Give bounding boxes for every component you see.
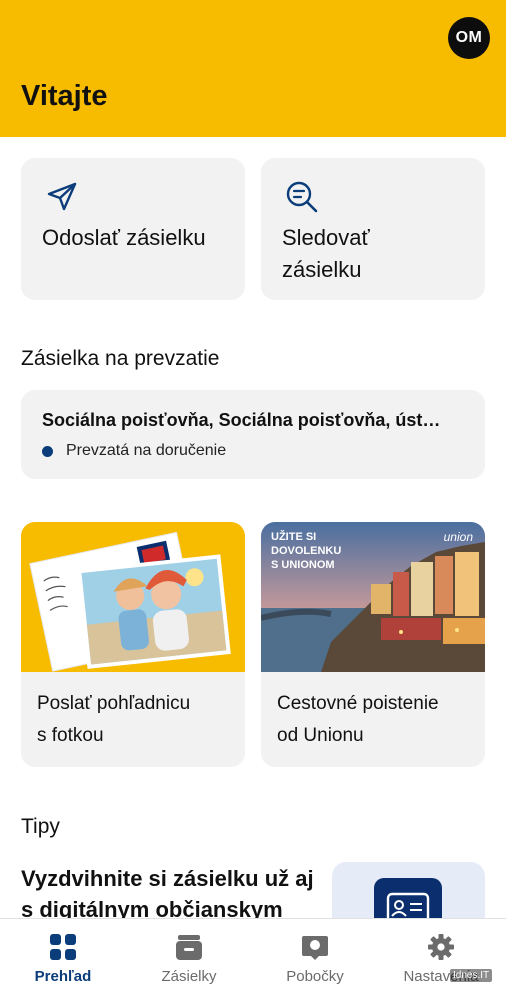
box-icon bbox=[176, 935, 202, 960]
banner-line2: DOVOLENKU bbox=[271, 545, 342, 557]
parcel-status-text: Prevzatá na doručenie bbox=[66, 442, 227, 459]
nav-label-branches: Pobočky bbox=[286, 968, 344, 985]
map-pin-icon bbox=[302, 936, 328, 960]
status-dot-icon bbox=[42, 445, 53, 457]
postcard-promo-image bbox=[21, 522, 245, 672]
tip-text[interactable]: Vyzdvihnite si zásielku už aj s digitáln… bbox=[21, 863, 317, 925]
gear-icon bbox=[428, 934, 454, 960]
track-parcel-card[interactable]: Sledovať zásielku bbox=[261, 158, 485, 300]
postcard-title-line1: Poslať pohľadnicu bbox=[37, 693, 191, 714]
insurance-title-line1: Cestovné poistenie bbox=[277, 693, 439, 714]
nav-item-branches[interactable]: Pobočky bbox=[252, 919, 378, 994]
parcel-status: Prevzatá na doručenie bbox=[42, 442, 226, 460]
nav-label-overview: Prehľad bbox=[34, 968, 92, 985]
union-banner-text: UŽITE SI DOVOLENKU S UNIONOM bbox=[271, 530, 341, 572]
send-icon bbox=[47, 182, 77, 211]
search-list-icon bbox=[286, 181, 318, 213]
travel-insurance-promo-card[interactable]: UŽITE SI DOVOLENKU S UNIONOM union Cesto… bbox=[261, 522, 485, 767]
nav-item-overview[interactable]: Prehľad bbox=[0, 919, 126, 994]
union-logo: union bbox=[443, 530, 473, 544]
bottom-navigation: Prehľad Zásielky Pobočky Nastavenia bbox=[0, 918, 506, 994]
watermark-text: Idnes.IT bbox=[450, 969, 493, 982]
banner-line3: S UNIONOM bbox=[271, 559, 335, 571]
tips-section-title: Tipy bbox=[21, 815, 60, 838]
nav-label-parcels: Zásielky bbox=[161, 968, 217, 985]
parcel-sender: Sociálna poisťovňa, Sociálna poisťovňa, … bbox=[42, 410, 441, 430]
postcard-promo-title: Poslať pohľadnicu s fotkou bbox=[37, 688, 190, 752]
track-parcel-label: Sledovať zásielku bbox=[282, 225, 370, 282]
travel-insurance-promo-image: UŽITE SI DOVOLENKU S UNIONOM union bbox=[261, 522, 485, 672]
send-parcel-label: Odoslať zásielku bbox=[42, 225, 206, 250]
postcard-title-line2: s fotkou bbox=[37, 725, 104, 746]
nav-item-parcels[interactable]: Zásielky bbox=[126, 919, 252, 994]
travel-insurance-promo-title: Cestovné poistenie od Unionu bbox=[277, 688, 439, 752]
pickup-section-title: Zásielka na prevzatie bbox=[21, 347, 220, 370]
insurance-title-line2: od Unionu bbox=[277, 725, 364, 746]
nav-item-settings[interactable]: Nastavenia bbox=[378, 919, 504, 994]
app-header: OM Vitajte bbox=[0, 0, 506, 137]
pickup-parcel-card[interactable]: Sociálna poisťovňa, Sociálna poisťovňa, … bbox=[21, 390, 485, 479]
page-title: Vitajte bbox=[21, 80, 108, 112]
profile-avatar[interactable]: OM bbox=[448, 17, 490, 59]
send-parcel-card[interactable]: Odoslať zásielku bbox=[21, 158, 245, 300]
postcard-promo-card[interactable]: Poslať pohľadnicu s fotkou bbox=[21, 522, 245, 767]
grid-icon bbox=[50, 934, 76, 960]
banner-line1: UŽITE SI bbox=[271, 531, 317, 543]
